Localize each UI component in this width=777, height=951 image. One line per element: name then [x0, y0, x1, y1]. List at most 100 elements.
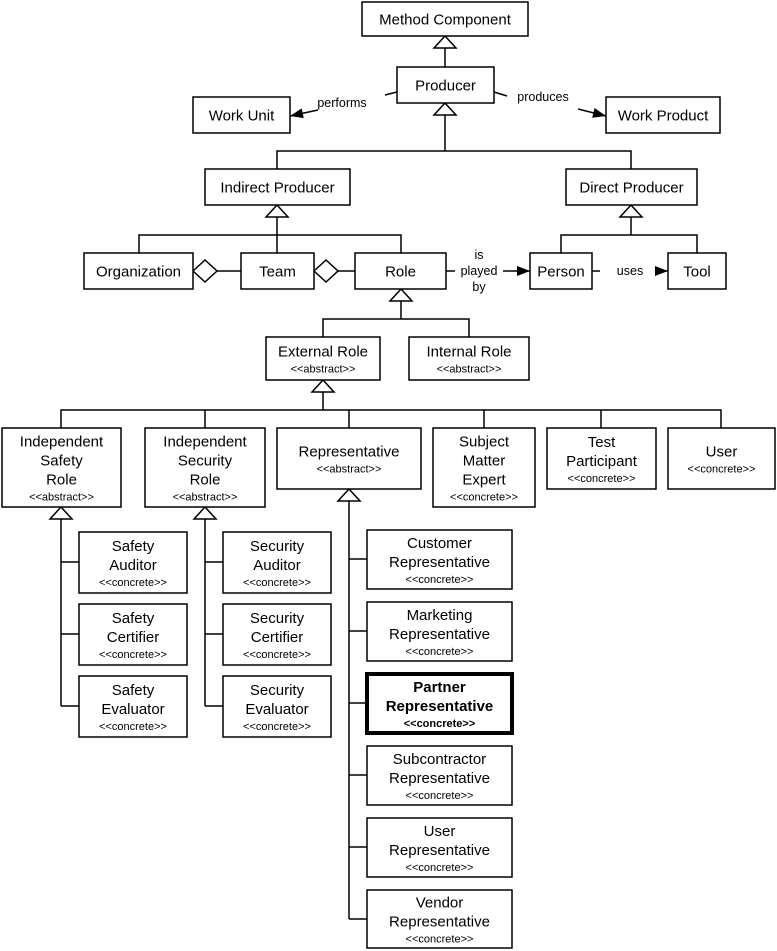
class-name-line: Role — [190, 472, 221, 489]
stereotype-label: <<abstract>> — [437, 364, 502, 376]
class-person[interactable]: Person — [529, 252, 593, 290]
generalization-triangle-icon — [388, 287, 414, 302]
stereotype-label: <<concrete>> — [99, 721, 167, 733]
class-name-line: User — [706, 444, 738, 461]
class-team[interactable]: Team — [240, 252, 315, 290]
class-name-line: Customer — [407, 535, 472, 552]
generalization-triangle-icon — [264, 203, 290, 218]
class-name-line: Representative — [389, 914, 490, 931]
stereotype-label: <<concrete>> — [406, 790, 474, 802]
class-name-line: Participant — [566, 453, 638, 470]
class-boxes: Method Component Producer Work Unit Work Pr… — [1, 1, 776, 949]
class-safety-evaluator[interactable]: Safety Evaluator <<concrete>> — [78, 675, 188, 738]
class-subject-matter-expert[interactable]: Subject Matter Expert <<concrete>> — [432, 427, 536, 508]
stereotype-label: <<abstract>> — [29, 492, 94, 504]
class-customer-representative[interactable]: Customer Representative <<concrete>> — [366, 529, 513, 590]
performs-arrowhead-icon — [290, 108, 304, 119]
class-method-component[interactable]: Method Component — [361, 1, 529, 37]
class-test-participant[interactable]: Test Participant <<concrete>> — [546, 427, 657, 490]
produces-line-start — [493, 91, 508, 97]
uses-label: uses — [617, 264, 643, 278]
class-internal-role[interactable]: Internal Role <<abstract>> — [408, 336, 530, 381]
class-security-auditor[interactable]: Security Auditor <<concrete>> — [222, 531, 332, 594]
class-name-line: Safety — [112, 538, 155, 555]
generalization-triangle-icon — [432, 34, 458, 49]
class-name-line: Evaluator — [245, 701, 308, 718]
class-vendor-representative[interactable]: Vendor Representative <<concrete>> — [366, 889, 513, 949]
uses-arrowhead-icon — [655, 266, 668, 276]
class-name-line: Role — [385, 264, 416, 281]
class-safety-auditor[interactable]: Safety Auditor <<concrete>> — [78, 531, 188, 594]
class-producer[interactable]: Producer — [396, 66, 495, 104]
class-name-line: Producer — [415, 78, 476, 95]
class-name-line: Tool — [683, 264, 711, 281]
class-tool[interactable]: Tool — [667, 252, 727, 290]
class-name-line: Method Component — [379, 12, 512, 29]
class-name-line: Organization — [96, 264, 181, 281]
stereotype-label: <<concrete>> — [404, 718, 476, 730]
class-indirect-producer[interactable]: Indirect Producer — [204, 168, 351, 206]
direct-producer-children-bus — [560, 234, 698, 253]
produces-arrowhead-icon — [592, 107, 606, 118]
class-name-line: Expert — [462, 472, 506, 489]
class-work-product[interactable]: Work Product — [605, 96, 721, 134]
class-name-line: Representative — [389, 770, 490, 787]
class-name-line: Representative — [389, 626, 490, 643]
class-name-line: Auditor — [253, 557, 301, 574]
class-name-line: Partner — [413, 679, 466, 696]
class-security-certifier[interactable]: Security Certifier <<concrete>> — [222, 603, 332, 666]
class-name-line: Representative — [389, 554, 490, 571]
class-name-line: Security — [178, 453, 233, 470]
class-name-line: Test — [588, 434, 616, 451]
class-name-line: Representative — [386, 698, 494, 715]
class-independent-security-role[interactable]: Independent Security Role <<abstract>> — [144, 427, 266, 508]
external-role-children-bus — [60, 409, 722, 428]
class-organization[interactable]: Organization — [83, 252, 194, 290]
indirect-producer-children-bus — [138, 234, 402, 253]
class-name-line: Independent — [20, 434, 104, 451]
is-played-by-label-1: is — [474, 248, 483, 262]
generalization-triangle-icon — [192, 505, 218, 520]
class-name-line: Security — [250, 610, 305, 627]
class-direct-producer[interactable]: Direct Producer — [565, 168, 698, 206]
class-name-line: Person — [537, 264, 585, 281]
role-children-bus — [322, 318, 470, 337]
class-name-line: Evaluator — [101, 701, 164, 718]
performs-line-start — [384, 91, 398, 96]
stereotype-label: <<concrete>> — [688, 464, 756, 476]
class-partner-representative[interactable]: Partner Representative <<concrete>> — [365, 672, 514, 735]
class-user[interactable]: User <<concrete>> — [667, 427, 776, 490]
class-name-line: Indirect Producer — [220, 180, 334, 197]
aggregation-diamond-icon — [312, 258, 340, 284]
class-user-representative[interactable]: User Representative <<concrete>> — [366, 817, 513, 878]
class-name-line: Auditor — [109, 557, 157, 574]
class-marketing-representative[interactable]: Marketing Representative <<concrete>> — [366, 601, 513, 662]
class-work-unit[interactable]: Work Unit — [192, 96, 291, 134]
class-name-line: Independent — [163, 434, 247, 451]
class-representative[interactable]: Representative <<abstract>> — [276, 427, 422, 490]
stereotype-label: <<concrete>> — [406, 574, 474, 586]
class-independent-safety-role[interactable]: Independent Safety Role <<abstract>> — [1, 427, 122, 508]
stereotype-label: <<concrete>> — [406, 646, 474, 658]
produces-label: produces — [517, 90, 568, 104]
generalization-triangle-icon — [48, 505, 74, 520]
class-name-line: Role — [46, 472, 77, 489]
class-external-role[interactable]: External Role <<abstract>> — [265, 336, 381, 381]
class-security-evaluator[interactable]: Security Evaluator <<concrete>> — [222, 675, 332, 738]
class-safety-certifier[interactable]: Safety Certifier <<concrete>> — [78, 603, 188, 666]
class-role[interactable]: Role — [354, 252, 447, 290]
class-name-line: Certifier — [251, 629, 304, 646]
class-name-line: External Role — [278, 344, 368, 361]
generalization-triangle-icon — [618, 203, 644, 218]
class-name-line: Representative — [299, 444, 400, 461]
class-name-line: Certifier — [107, 629, 160, 646]
class-name-line: Internal Role — [426, 344, 511, 361]
stereotype-label: <<abstract>> — [173, 492, 238, 504]
stereotype-label: <<abstract>> — [291, 364, 356, 376]
class-name-line: User — [424, 823, 456, 840]
stereotype-label: <<concrete>> — [406, 934, 474, 946]
performs-label: performs — [317, 96, 366, 110]
aggregation-diamond-icon — [191, 258, 219, 284]
class-subcontractor-representative[interactable]: Subcontractor Representative <<concrete>> — [366, 745, 513, 806]
class-name-line: Representative — [389, 842, 490, 859]
